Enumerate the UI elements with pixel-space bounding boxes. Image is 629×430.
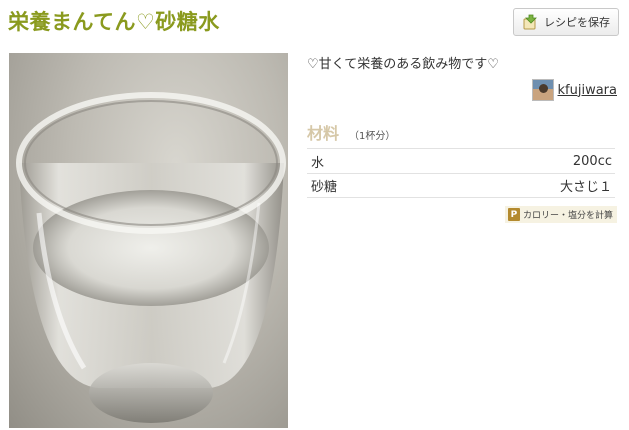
calorie-calc-button[interactable]: P カロリー・塩分を計算: [504, 206, 617, 223]
ingredient-amount: 大さじ１: [559, 180, 612, 195]
ingredient-amount: 200cc: [572, 153, 612, 169]
ingredients-heading: 材料: [307, 124, 340, 143]
ingredient-row: 水 200cc: [307, 148, 615, 173]
ingredients-table: 水 200cc 砂糖 大さじ１: [307, 148, 615, 198]
ingredients-header: 材料 （1杯分）: [307, 120, 395, 144]
save-recipe-button[interactable]: レシピを保存: [513, 8, 619, 36]
recipe-description: ♡甘くて栄養のある飲み物です♡: [307, 57, 499, 72]
author-info: kfujiwara: [531, 79, 617, 101]
ingredient-name: 砂糖: [311, 180, 338, 195]
recipe-photo: [9, 53, 288, 428]
author-name-link[interactable]: kfujiwara: [558, 83, 617, 98]
save-recipe-icon: [522, 14, 538, 30]
recipe-title: 栄養まんてん♡砂糖水: [8, 10, 220, 34]
ingredient-name: 水: [311, 155, 325, 171]
author-avatar[interactable]: [531, 79, 554, 101]
save-recipe-label: レシピを保存: [544, 16, 610, 29]
ingredients-servings: （1杯分）: [349, 131, 396, 142]
calorie-calc-label: カロリー・塩分を計算: [522, 211, 613, 221]
ingredient-row: 砂糖 大さじ１: [307, 173, 615, 198]
calorie-p-icon: P: [507, 208, 520, 221]
